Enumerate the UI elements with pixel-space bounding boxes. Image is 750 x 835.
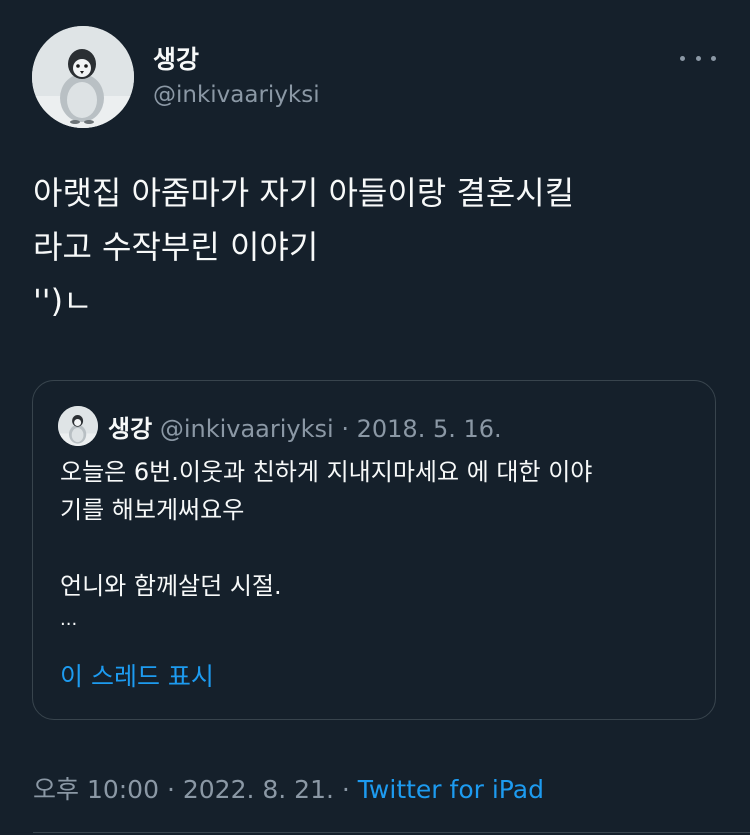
quoted-tweet-card[interactable]: 생강 @inkivaariyksi · 2018. 5. 16. 오늘은 6번.…: [32, 380, 716, 720]
meta-separator: ·: [166, 775, 175, 804]
tweet-text-line: '')ㄴ: [33, 282, 93, 320]
author-avatar[interactable]: [32, 26, 134, 128]
quoted-tweet-text: 오늘은 6번.이웃과 친하게 지내지마세요 에 대한 이야 기를 해보게써요우 …: [60, 453, 700, 635]
tweet-meta: 오후 10:00 · 2022. 8. 21. · Twitter for iP…: [33, 770, 544, 806]
quoted-text-line: 언니와 함께살던 시절.: [60, 572, 282, 600]
more-dot-icon: [711, 55, 716, 61]
quoted-tweet-date[interactable]: 2018. 5. 16.: [357, 415, 502, 443]
quoted-text-ellipsis: ...: [60, 609, 78, 630]
quoted-text-line: 오늘은 6번.이웃과 친하게 지내지마세요 에 대한 이야: [60, 458, 593, 486]
tweet-text-line: 라고 수작부린 이야기: [33, 228, 319, 266]
quoted-author-avatar[interactable]: [58, 406, 98, 446]
meta-separator: ·: [341, 775, 350, 804]
penguin-icon: [32, 26, 134, 128]
meta-separator: ·: [341, 415, 349, 443]
more-options-button[interactable]: [680, 46, 716, 70]
tweet-time[interactable]: 오후 10:00: [33, 775, 159, 804]
penguin-icon: [58, 406, 98, 446]
tweet-text: 아랫집 아줌마가 자기 아들이랑 결혼시킬 라고 수작부린 이야기 '')ㄴ: [33, 166, 713, 328]
tweet-text-line: 아랫집 아줌마가 자기 아들이랑 결혼시킬: [33, 174, 575, 212]
author-handle[interactable]: @inkivaariyksi: [153, 82, 320, 108]
divider: [33, 832, 750, 833]
more-dot-icon: [695, 55, 701, 61]
author-display-name[interactable]: 생강: [153, 40, 199, 76]
quoted-author-handle: @inkivaariyksi: [159, 415, 334, 443]
more-dot-icon: [680, 55, 685, 61]
show-thread-link[interactable]: 이 스레드 표시: [60, 657, 214, 693]
tweet-source-link[interactable]: Twitter for iPad: [358, 775, 544, 804]
quoted-author-display-name: 생강: [108, 415, 153, 443]
tweet-date[interactable]: 2022. 8. 21.: [183, 775, 334, 804]
quoted-text-line: [60, 529, 700, 567]
quoted-text-line: 기를 해보게써요우: [60, 496, 245, 524]
tweet-detail: 생강 @inkivaariyksi 아랫집 아줌마가 자기 아들이랑 결혼시킬 …: [0, 0, 750, 835]
quoted-tweet-header: 생강 @inkivaariyksi · 2018. 5. 16.: [108, 409, 502, 444]
